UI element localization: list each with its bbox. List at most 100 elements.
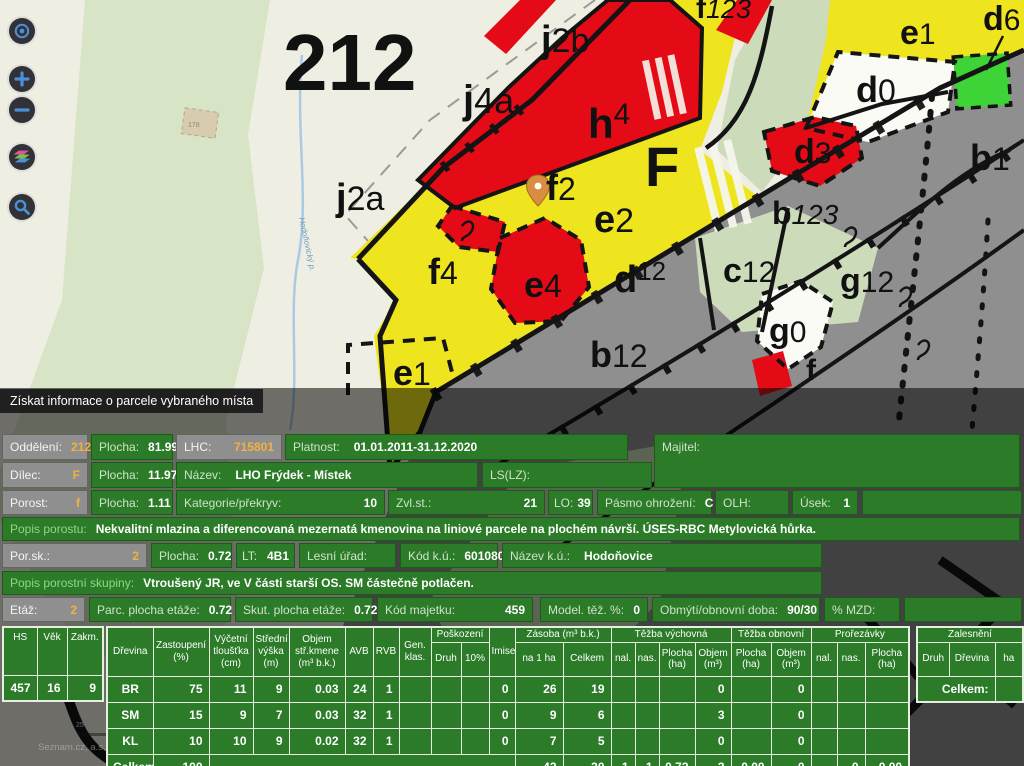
- field-etaz: Etáž:2: [2, 597, 85, 622]
- map-label-f2: f2: [546, 167, 576, 208]
- map-label-j2b: j2b: [540, 19, 589, 61]
- layers-button[interactable]: [7, 142, 37, 172]
- map-label-e1-topright: e1: [900, 14, 936, 52]
- col-obn-objem: Objem (m³): [771, 642, 811, 676]
- map-label-b1: b1: [970, 137, 1010, 178]
- field-nazev-ku: Název k.ú.:Hodoňovice: [502, 543, 822, 568]
- zalesneni-total-row: Celkem:: [917, 676, 1023, 702]
- col-vych-nal: nal.: [611, 642, 635, 676]
- field-kod-ku: Kód k.ú.:601080: [400, 543, 498, 568]
- group-zasoba: Zásoba (m³ b.k.): [515, 627, 611, 642]
- map-label-F: F: [645, 135, 679, 198]
- map-label-b123: b123: [772, 195, 839, 231]
- zoom-out-icon: [13, 101, 31, 119]
- col-zakm: Zakm.: [67, 627, 103, 675]
- zoom-in-button[interactable]: [7, 64, 37, 94]
- field-kod-majetku: Kód majetku:459: [377, 597, 533, 622]
- field-lo: LO:39: [548, 490, 593, 515]
- group-tezba-obnovni: Těžba obnovní: [731, 627, 811, 642]
- map-attribution: Seznam.cz, a.s.: [38, 742, 106, 753]
- col-zastoupeni: Zastoupení (%): [153, 627, 209, 676]
- map-label-e2: e2: [594, 199, 634, 241]
- field-usek: Úsek:1: [792, 490, 858, 515]
- field-parc-plocha: Parc. plocha etáže:0.72: [89, 597, 231, 622]
- field-majitel: Majitel:: [654, 434, 1020, 488]
- field-popis-porostu: Popis porostu:Nekvalitní mlazina a difer…: [2, 517, 1020, 541]
- species-table: Dřevina Zastoupení (%) Výčetní tloušťka …: [106, 626, 910, 766]
- group-tezba-vychovna: Těžba výchovná: [611, 627, 731, 642]
- col-objem: Objem stř.kmene (m³ b.k.): [289, 627, 345, 676]
- map-label-j2a: j2a: [335, 177, 384, 219]
- map-label-f-small: f: [806, 354, 817, 387]
- field-lhc: LHC:715801: [176, 434, 282, 460]
- map-label-178: 178: [188, 122, 200, 129]
- map-label-e4: e4: [524, 264, 562, 305]
- parcel-178: [181, 108, 218, 138]
- col-pror-nal: nal.: [811, 642, 837, 676]
- col-vych-objem: Objem (m³): [695, 642, 731, 676]
- species-row-kl: KL101090.0232107500: [107, 728, 909, 754]
- map-label-f123: f123: [696, 0, 751, 25]
- field-plocha-porsk: Plocha:0.72: [151, 543, 232, 568]
- forestry-map-app: 212 f123 j2b j4a h4 F e1 d6 d0 d3 b123 b…: [0, 0, 1024, 766]
- hs-table: HS Věk Zakm. 457 16 9: [2, 626, 104, 702]
- map-label-e1-left: e1: [393, 352, 431, 393]
- field-lslz: LS(LZ):: [482, 462, 652, 488]
- field-porsk: Por.sk.:2: [2, 543, 147, 568]
- field-nazev: Název:LHO Frýdek - Místek: [176, 462, 478, 488]
- field-empty-r3: [862, 490, 1022, 515]
- field-platnost: Platnost:01.01.2011-31.12.2020: [285, 434, 628, 460]
- map-label-d3: d3: [794, 133, 831, 171]
- col-gen-klas: Gen. klas.: [399, 627, 431, 676]
- scale-25: 25: [76, 722, 84, 729]
- col-rvb: RVB: [373, 627, 399, 676]
- locate-icon: [13, 22, 31, 40]
- field-plocha-oddeleni: Plocha:81.99: [91, 434, 173, 460]
- locate-button[interactable]: [7, 16, 37, 46]
- field-model-tez: Model. těž. %:0: [540, 597, 648, 622]
- col-vycetni: Výčetní tloušťka (cm): [209, 627, 253, 676]
- col-drevina: Dřevina: [107, 627, 153, 676]
- zoom-out-button[interactable]: [7, 95, 37, 125]
- zoom-in-icon: [13, 70, 31, 88]
- field-plocha-dilec: Plocha:11.97: [91, 462, 173, 488]
- field-olh: OLH:: [715, 490, 789, 515]
- field-empty-r7: [904, 597, 1022, 622]
- col-vych-plocha: Plocha (ha): [659, 642, 695, 676]
- hs-row: 457 16 9: [3, 675, 103, 701]
- map-label-g12: g12: [840, 262, 894, 300]
- layers-icon: [12, 148, 32, 166]
- col-zal-ha: ha: [995, 642, 1023, 676]
- group-poskozeni: Poškození: [431, 627, 489, 642]
- col-vek: Věk: [37, 627, 67, 675]
- map-label-j4a: j4a: [462, 78, 515, 122]
- map-label-g0: g0: [769, 312, 806, 350]
- group-prorezavky: Prořezávky: [811, 627, 909, 642]
- search-button[interactable]: [7, 192, 37, 222]
- species-row-sm: SM15970.0332109630: [107, 702, 909, 728]
- map-label-c12: c12: [723, 252, 775, 290]
- map-label-f4: f4: [428, 251, 458, 292]
- col-pror-plocha: Plocha (ha): [865, 642, 909, 676]
- col-avb: AVB: [345, 627, 373, 676]
- field-oddeleni: Oddělení:212: [2, 434, 88, 460]
- col-vych-nas: nas.: [635, 642, 659, 676]
- field-pasmo: Pásmo ohrožení:C: [597, 490, 712, 515]
- col-posk-10: 10%: [461, 642, 489, 676]
- species-row-br: BR751190.032410261900: [107, 676, 909, 702]
- col-na1ha: na 1 ha: [515, 642, 563, 676]
- map-label-b12: b12: [590, 334, 648, 375]
- col-stredni: Střední výška (m): [253, 627, 289, 676]
- field-skut-plocha: Skut. plocha etáže:0.72: [235, 597, 373, 622]
- field-porost: Porost:f: [2, 490, 88, 515]
- map-label-d6: d6: [983, 0, 1020, 38]
- col-obn-plocha: Plocha (ha): [731, 642, 771, 676]
- field-lt: LT:4B1: [236, 543, 295, 568]
- map-label-d0: d0: [856, 69, 896, 110]
- map-tooltip: Získat informace o parcele vybraného mís…: [0, 389, 263, 413]
- field-obmyti: Obmýtí/obnovní doba:90/30: [652, 597, 820, 622]
- field-dilec: Dílec:F: [2, 462, 88, 488]
- species-total-row: Celkem: 100 4230110.7230.00000.00: [107, 754, 909, 766]
- col-zal-druh: Druh: [917, 642, 949, 676]
- col-pror-nas: nas.: [837, 642, 865, 676]
